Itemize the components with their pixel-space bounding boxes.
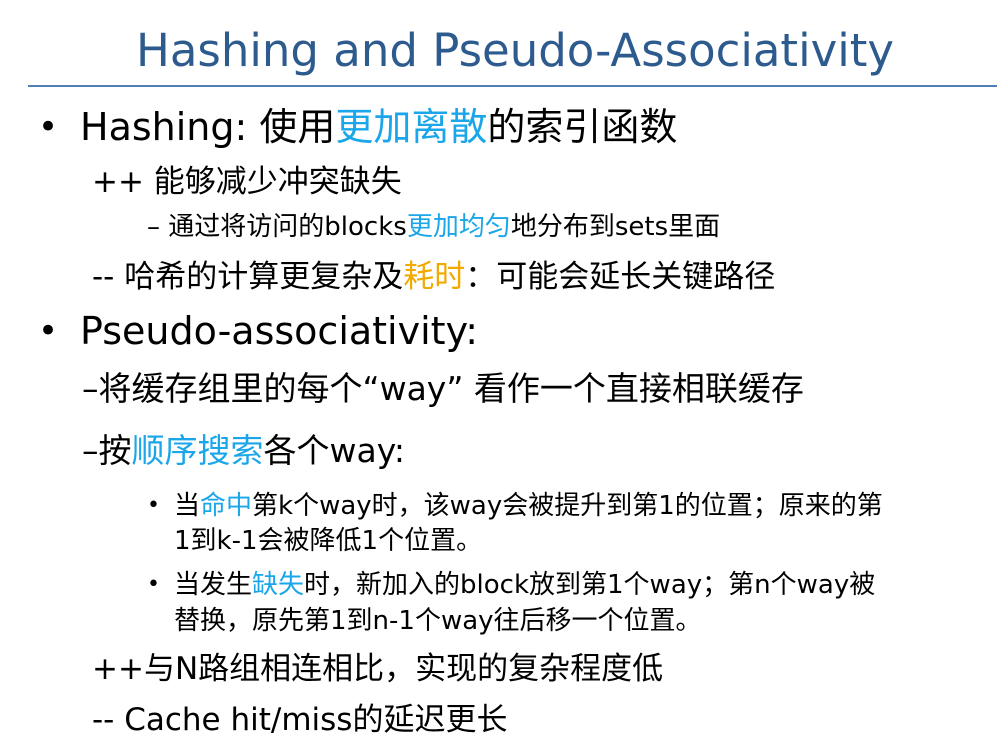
hit-line-2: 1到k-1会被降低1个位置。	[174, 526, 483, 556]
hashing-heading: Hashing: 使用更加离散的索引函数	[80, 103, 677, 151]
hashing-suffix: 的索引函数	[487, 105, 678, 149]
hashing-pro-reduce-conflict: ++ 能够减少冲突缺失	[92, 164, 402, 200]
hashing-pro-subpoint: – 通过将访问的blocks更加均匀地分布到sets里面	[147, 210, 720, 244]
dash2-highlight: 顺序搜索	[131, 431, 264, 470]
hit-highlight: 命中	[200, 491, 253, 521]
pseudo-con-longer-latency: -- Cache hit/miss的延迟更长	[92, 702, 508, 738]
miss-prefix: 当发生	[174, 570, 253, 600]
hashing-highlight: 更加离散	[335, 105, 488, 149]
slide-title: Hashing and Pseudo-Associativity	[136, 24, 894, 77]
bullet-hit: •	[147, 493, 160, 518]
hit-prefix: 当	[174, 491, 201, 521]
miss-line-2: 替换，原先第1到n-1个way往后移一个位置。	[174, 606, 702, 636]
subpoint-highlight: 更加均匀	[406, 212, 511, 242]
subpoint-prefix: – 通过将访问的blocks	[147, 212, 407, 242]
hashing-con-latency: -- 哈希的计算更复杂及耗时：可能会延长关键路径	[92, 257, 775, 297]
miss-line-1: 当发生缺失时，新加入的block放到第1个way；第n个way被	[174, 567, 875, 603]
miss-suffix: 时，新加入的block放到第1个way；第n个way被	[304, 570, 876, 600]
dash2-suffix: 各个way:	[263, 431, 405, 470]
hit-line-1: 当命中第k个way时，该way会被提升到第1的位置；原来的第	[174, 488, 883, 524]
bullet-pseudo: •	[38, 311, 59, 351]
pseudo-pro-low-complexity: ++与N路组相连相比，实现的复杂程度低	[92, 651, 664, 687]
miss-highlight: 缺失	[252, 570, 305, 600]
title-underline	[28, 85, 997, 87]
con1-prefix: -- 哈希的计算更复杂及	[92, 259, 404, 295]
pseudo-heading: Pseudo-associativity:	[80, 309, 479, 353]
dash2-prefix: –按	[82, 431, 132, 470]
hit-suffix: 第k个way时，该way会被提升到第1的位置；原来的第	[252, 491, 883, 521]
con1-suffix: ：可能会延长关键路径	[465, 259, 776, 295]
subpoint-suffix: 地分布到sets里面	[510, 212, 721, 242]
hashing-prefix: Hashing: 使用	[80, 105, 336, 149]
bullet-miss: •	[147, 572, 160, 597]
bullet-hashing: •	[38, 107, 59, 147]
pseudo-sequential-search: –按顺序搜索各个way:	[82, 429, 405, 473]
con1-highlight: 耗时	[403, 259, 466, 295]
pseudo-way-as-direct-mapped: –将缓存组里的每个“way” 看作一个直接相联缓存	[82, 369, 804, 408]
